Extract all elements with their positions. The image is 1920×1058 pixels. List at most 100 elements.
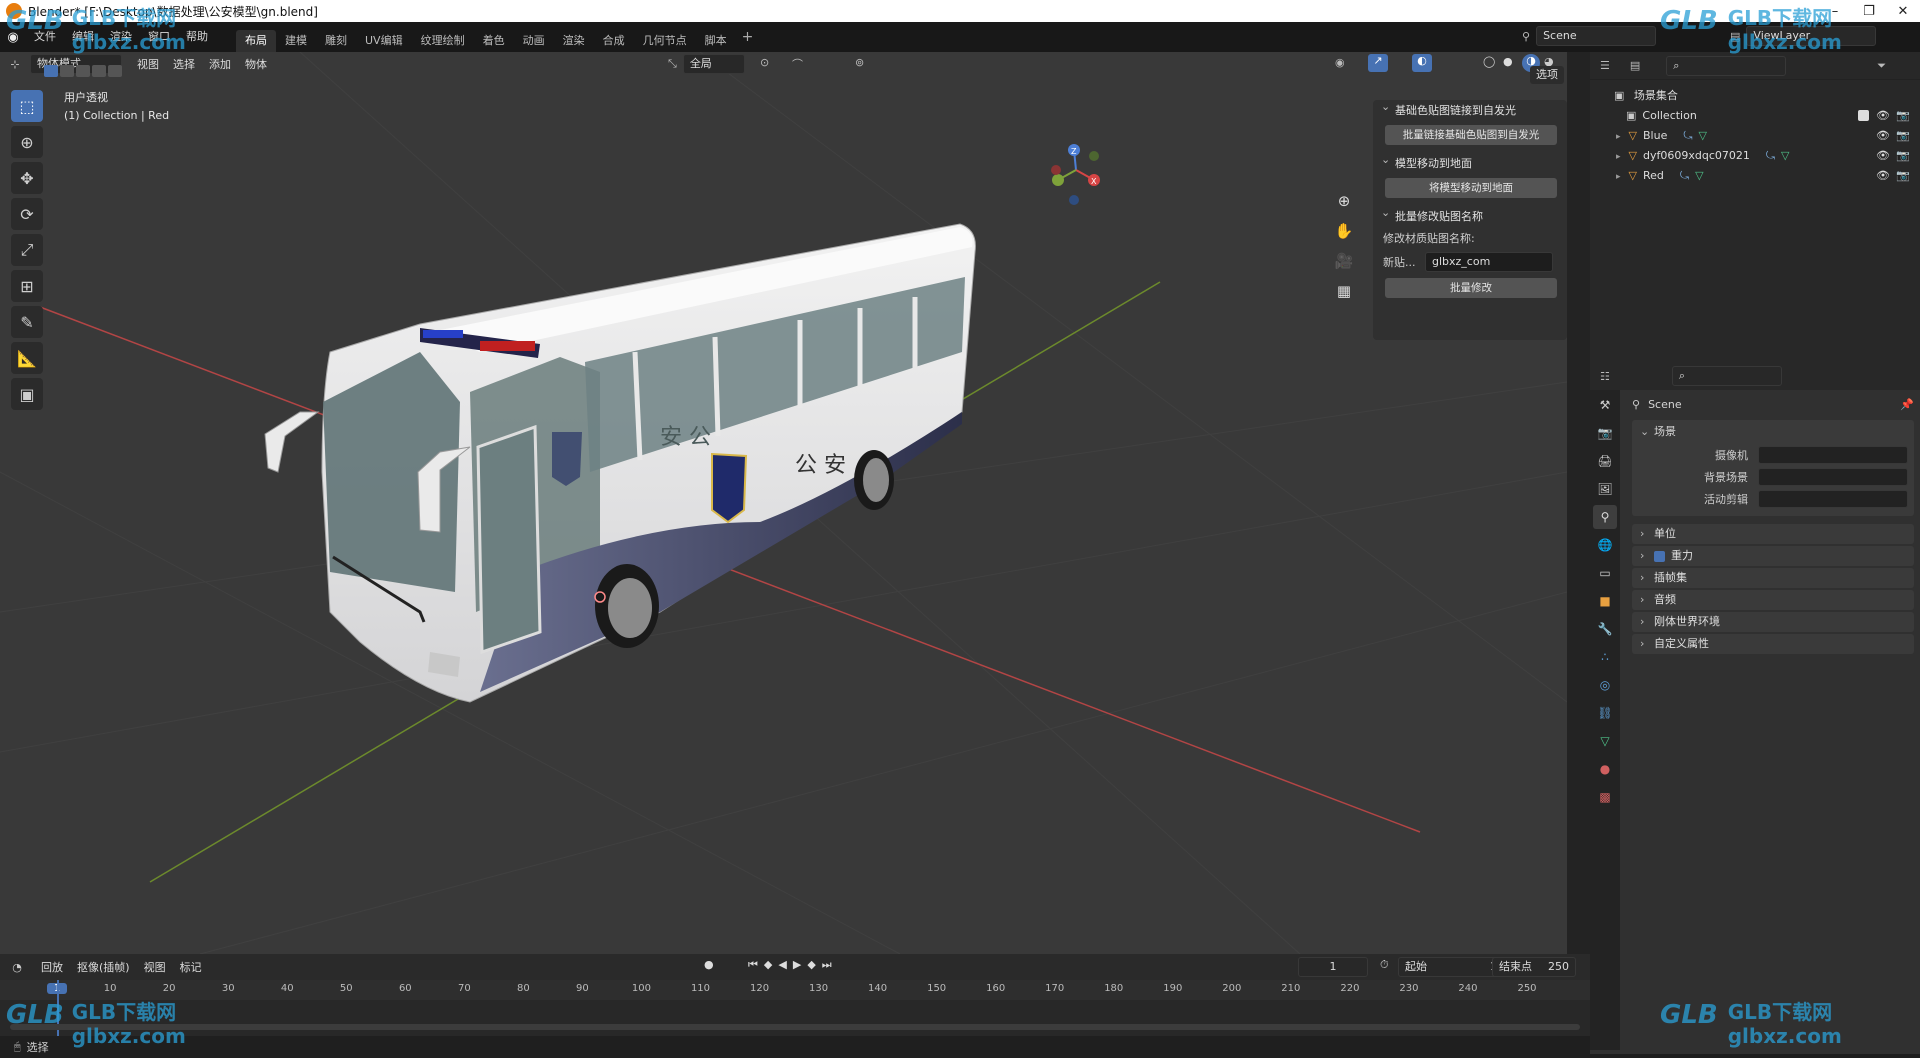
workspace-tab[interactable]: UV编辑 — [356, 30, 412, 52]
next-keyframe-icon[interactable]: ◆ — [807, 958, 815, 972]
workspace-tab[interactable]: 着色 — [474, 30, 514, 52]
police-bus-model[interactable]: 公 安 安 公 — [264, 223, 976, 703]
properties-section[interactable]: 自定义属性 — [1632, 634, 1914, 654]
outliner-row[interactable]: ▸ ▽ Blue ⤿ ▽ 👁 📷 — [1590, 126, 1920, 146]
workspace-tab[interactable]: 动画 — [514, 30, 554, 52]
select-invert-icon[interactable] — [92, 65, 106, 77]
timeline-editor-icon[interactable]: ◔ — [0, 961, 34, 974]
constraint-tab-icon[interactable]: ⛓ — [1593, 701, 1617, 725]
properties-editor-icon[interactable]: ☷ — [1600, 370, 1610, 383]
workspace-tab[interactable]: 雕刻 — [316, 30, 356, 52]
select-subtract-icon[interactable] — [76, 65, 90, 77]
collection-tab-icon[interactable]: ▭ — [1593, 561, 1617, 585]
pin-icon[interactable]: 📌 — [1900, 398, 1914, 411]
camera-view-icon[interactable]: 🎥 — [1332, 252, 1356, 282]
cursor-tool[interactable]: ⊕ — [11, 126, 43, 158]
material-tab-icon[interactable]: ● — [1593, 757, 1617, 781]
camera-render-icon[interactable]: 📷 — [1896, 166, 1910, 186]
camera-render-icon[interactable]: 📷 — [1896, 126, 1910, 146]
physics-tab-icon[interactable]: ◎ — [1593, 673, 1617, 697]
eye-icon[interactable]: 👁 — [1876, 126, 1890, 146]
jump-start-icon[interactable]: ⏮ — [748, 958, 758, 972]
timeline-menu-item[interactable]: 抠像(插帧) — [70, 959, 137, 975]
filter-icon[interactable]: ⏷ — [1877, 59, 1886, 73]
3d-viewport[interactable]: 公 安 安 公 Z X ⊹ 物体模式 视图 选择 添加 物体 ⤡ 全局 ⊙ ⌒ … — [0, 52, 1567, 954]
scene-field-value[interactable] — [1758, 490, 1908, 508]
select-new-icon[interactable] — [44, 65, 58, 77]
camera-render-icon[interactable]: 📷 — [1896, 146, 1910, 166]
viewport-menu-item[interactable]: 添加 — [202, 56, 238, 72]
eye-icon[interactable]: 👁 — [1876, 106, 1890, 126]
rotate-tool[interactable]: ⟳ — [11, 198, 43, 230]
render-tab-icon[interactable]: 📷 — [1593, 421, 1617, 445]
select-intersect-icon[interactable] — [108, 65, 122, 77]
workspace-tab[interactable]: 脚本 — [696, 30, 736, 52]
stopwatch-icon[interactable]: ⏱ — [1380, 958, 1389, 972]
solid-shading-icon[interactable]: ● — [1503, 55, 1513, 68]
properties-section[interactable]: 插帧集 — [1632, 568, 1914, 588]
output-tab-icon[interactable]: 🖨 — [1593, 449, 1617, 473]
gizmo-toggle-icon[interactable]: ↗ — [1368, 54, 1388, 72]
expand-arrow-icon[interactable]: ▸ — [1616, 132, 1621, 142]
wireframe-shading-icon[interactable]: ◯ — [1483, 55, 1495, 68]
timeline-menu-item[interactable]: 视图 — [137, 959, 173, 975]
display-mode-icon[interactable]: ▤ — [1630, 59, 1640, 72]
orientation-field[interactable]: 全局 — [682, 54, 745, 74]
measure-tool[interactable]: 📐 — [11, 342, 43, 374]
navigation-gizmo[interactable]: Z X — [1051, 144, 1100, 205]
particles-tab-icon[interactable]: ∴ — [1593, 645, 1617, 669]
scene-selector[interactable]: ⚲ Scene — [1522, 26, 1657, 46]
eye-icon[interactable]: 👁 — [1876, 146, 1890, 166]
batch-rename-button[interactable]: 批量修改 — [1385, 278, 1557, 298]
add-cube-tool[interactable]: ▣ — [11, 378, 43, 410]
viewport-menu-item[interactable]: 选择 — [166, 56, 202, 72]
gravity-checkbox[interactable] — [1654, 550, 1665, 562]
outliner-row[interactable]: ▸ ▽ dyf0609xdqc07021 ⤿ ▽ 👁 📷 — [1590, 146, 1920, 166]
section-title-emission[interactable]: 基础色贴图链接到自发光 — [1373, 96, 1567, 122]
end-frame-field[interactable]: 结束点 250 — [1492, 957, 1576, 977]
timeline-menu-item[interactable]: 回放 — [34, 959, 70, 975]
properties-section[interactable]: 刚体世界环境 — [1632, 612, 1914, 632]
proportional-edit-icon[interactable]: ⊚ — [855, 56, 864, 69]
timeline-track-area[interactable] — [0, 980, 1590, 1036]
select-extend-icon[interactable] — [60, 65, 74, 77]
transform-orientation[interactable]: ⤡ 全局 — [668, 54, 745, 74]
maximize-button[interactable]: ❐ — [1852, 0, 1886, 22]
outliner-row[interactable]: ▸ ▽ Red ⤿ ▽ 👁 📷 — [1590, 166, 1920, 186]
options-button[interactable]: 选项 — [1530, 66, 1564, 84]
close-button[interactable]: ✕ — [1886, 0, 1920, 22]
snap-icon[interactable]: ⌒ — [792, 56, 803, 72]
camera-render-icon[interactable]: 📷 — [1896, 106, 1910, 126]
scale-tool[interactable]: ⤢ — [11, 234, 43, 266]
pan-hand-icon[interactable]: ✋ — [1332, 222, 1356, 252]
section-title-rename-textures[interactable]: 批量修改贴图名称 — [1373, 202, 1567, 228]
new-name-input[interactable]: glbxz_com — [1425, 252, 1553, 272]
scene-field-value[interactable] — [1758, 446, 1908, 464]
overlay-toggle-icon[interactable]: ◐ — [1412, 54, 1432, 72]
workspace-tab[interactable]: 纹理绘制 — [412, 30, 474, 52]
object-tab-icon[interactable]: ■ — [1593, 589, 1617, 613]
outliner-editor-icon[interactable]: ☰ — [1600, 59, 1610, 72]
start-frame-field[interactable]: 起始 1 — [1398, 957, 1504, 977]
zoom-icon[interactable]: ⊕ — [1332, 192, 1356, 222]
view-layer-tab-icon[interactable]: 🖼 — [1593, 477, 1617, 501]
tool-tab-icon[interactable]: ⚒ — [1593, 393, 1617, 417]
expand-arrow-icon[interactable]: ▸ — [1616, 152, 1621, 162]
collection-checkbox[interactable] — [1858, 110, 1869, 121]
world-tab-icon[interactable]: 🌐 — [1593, 533, 1617, 557]
move-tool[interactable]: ✥ — [11, 162, 43, 194]
jump-end-icon[interactable]: ⏭ — [822, 958, 832, 972]
section-title-move-ground[interactable]: 模型移动到地面 — [1373, 149, 1567, 175]
outliner-search-input[interactable]: ⌕ — [1666, 55, 1787, 76]
timeline-scrollbar[interactable] — [10, 1024, 1580, 1030]
move-to-ground-button[interactable]: 将模型移动到地面 — [1385, 178, 1557, 198]
workspace-tab[interactable]: 几何节点 — [634, 30, 696, 52]
select-box-tool[interactable]: ⬚ — [11, 90, 43, 122]
properties-section[interactable]: 单位 — [1632, 524, 1914, 544]
visibility-icon[interactable]: ◉ — [1335, 56, 1345, 69]
scene-tab-icon[interactable]: ⚲ — [1593, 505, 1617, 529]
timeline-ruler[interactable]: 1102030405060708090100110120130140150160… — [0, 980, 1590, 1000]
ortho-grid-icon[interactable]: ▦ — [1332, 282, 1356, 312]
link-basecolor-emission-button[interactable]: 批量链接基础色贴图到自发光 — [1385, 125, 1557, 145]
viewport-menu-item[interactable]: 视图 — [130, 56, 166, 72]
